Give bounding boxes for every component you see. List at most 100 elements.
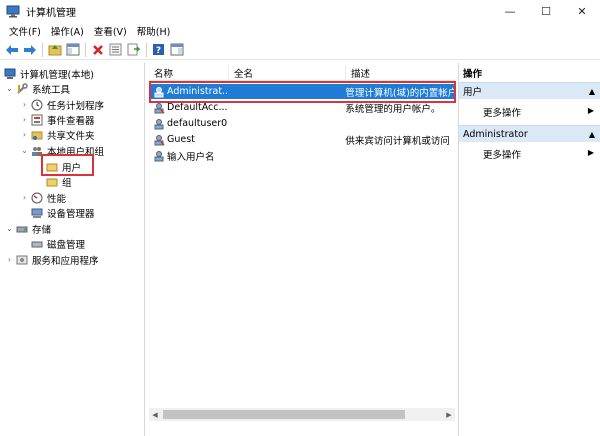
delete-icon[interactable] — [89, 41, 106, 58]
svg-text:?: ? — [156, 46, 161, 56]
tools-icon — [16, 82, 28, 95]
forward-arrow-icon[interactable] — [21, 41, 38, 58]
chevron-right-icon[interactable]: › — [20, 130, 29, 139]
toolbar-separator — [146, 42, 147, 57]
chevron-down-icon[interactable]: ⌄ — [5, 84, 14, 93]
console-tree: 计算机管理(本地) ⌄ 系统工具 › 任务计划程序 › 事件查看器 › 共享文件… — [0, 63, 145, 436]
chevron-right-icon[interactable]: › — [20, 193, 29, 202]
table-row[interactable]: defaultuser0 — [149, 116, 455, 131]
submenu-arrow-icon: ▶ — [587, 106, 594, 115]
table-row[interactable]: 输入用户名 — [149, 148, 455, 163]
submenu-arrow-icon: ▶ — [587, 148, 594, 157]
column-name[interactable]: 名称 — [149, 64, 229, 81]
user-name: 输入用户名 — [167, 151, 215, 163]
toolbar-separator — [85, 42, 86, 57]
tree-label: 系统工具 — [32, 84, 71, 96]
administrator-highlight-box — [149, 81, 456, 103]
actions-title: 操作 — [463, 69, 483, 80]
user-name: Guest — [167, 134, 195, 145]
export-list-icon[interactable] — [125, 41, 142, 58]
up-folder-icon[interactable] — [46, 41, 63, 58]
minimize-button[interactable]: — — [492, 0, 528, 22]
storage-icon — [16, 223, 28, 235]
user-list: 名称 全名 描述 Administrat... 管理计算机(域)的内置帐户 De… — [149, 63, 456, 436]
help-icon[interactable]: ? — [150, 41, 167, 58]
toolbar-separator — [42, 42, 43, 57]
tree-item-services-apps[interactable]: › 服务和应用程序 — [5, 252, 99, 267]
table-row[interactable]: Guest 供来宾访问计算机或访问 — [149, 132, 455, 147]
user-name: defaultuser0 — [167, 118, 228, 129]
toolbar: ? — [0, 40, 600, 60]
show-hide-tree-icon[interactable] — [64, 41, 81, 58]
actions-section-label: 用户 — [463, 87, 483, 98]
event-viewer-icon — [31, 114, 43, 126]
more-actions-users[interactable]: 更多操作 — [483, 105, 521, 119]
menu-help[interactable]: 帮助(H) — [132, 24, 176, 38]
user-icon — [153, 118, 165, 130]
tree-label: 服务和应用程序 — [32, 255, 99, 267]
tree-label: 组 — [62, 177, 72, 189]
folder-icon — [46, 176, 58, 188]
tree-label: 任务计划程序 — [47, 100, 105, 112]
tree-label: 共享文件夹 — [47, 130, 95, 142]
chevron-right-icon[interactable]: › — [20, 100, 29, 109]
actions-pane: 操作 用户 ▲ 更多操作 ▶ Administrator ▲ 更多操作 ▶ — [458, 63, 600, 436]
properties-icon[interactable] — [107, 41, 124, 58]
window-title: 计算机管理 — [26, 7, 76, 19]
user-icon — [153, 134, 165, 146]
chevron-right-icon[interactable]: › — [20, 115, 29, 124]
chevron-down-icon[interactable]: ⌄ — [5, 224, 14, 233]
tree-label: 存储 — [32, 224, 52, 236]
users-highlight-box — [41, 154, 94, 176]
column-description[interactable]: 描述 — [346, 65, 455, 81]
tree-label: 事件查看器 — [47, 115, 95, 127]
tree-item-event-viewer[interactable]: › 事件查看器 — [20, 112, 95, 127]
tree-item-shared-folders[interactable]: › 共享文件夹 — [20, 127, 95, 142]
console-tree-icon[interactable] — [168, 41, 185, 58]
column-fullname[interactable]: 全名 — [229, 64, 346, 81]
back-arrow-icon[interactable] — [3, 41, 20, 58]
user-name: DefaultAcc... — [167, 102, 228, 113]
more-actions-administrator[interactable]: 更多操作 — [483, 147, 521, 161]
services-icon — [16, 254, 28, 266]
user-icon — [153, 102, 165, 114]
tree-label: 计算机管理(本地) — [20, 69, 94, 81]
actions-section-users[interactable]: 用户 ▲ — [459, 82, 600, 99]
user-icon — [153, 150, 165, 162]
tree-label: 设备管理器 — [47, 208, 95, 220]
collapse-up-icon[interactable]: ▲ — [589, 130, 595, 139]
menu-action[interactable]: 操作(A) — [46, 24, 89, 38]
tree-item-groups[interactable]: 组 — [46, 174, 72, 189]
horizontal-scrollbar[interactable]: ◀ ▶ — [149, 408, 455, 421]
clock-icon — [31, 99, 43, 111]
computer-management-icon — [6, 4, 20, 18]
tree-item-performance[interactable]: › 性能 — [20, 190, 66, 205]
tree-item-computer-management[interactable]: 计算机管理(本地) — [4, 66, 94, 81]
close-button[interactable]: ✕ — [564, 0, 600, 22]
scroll-right-icon[interactable]: ▶ — [443, 411, 455, 419]
tree-label: 性能 — [47, 193, 67, 205]
tree-item-device-manager[interactable]: 设备管理器 — [20, 205, 95, 220]
menu-bar: 文件(F) 操作(A) 查看(V) 帮助(H) — [0, 22, 600, 40]
actions-section-label: Administrator — [463, 128, 528, 140]
tree-item-storage[interactable]: ⌄ 存储 — [5, 221, 51, 236]
maximize-button[interactable]: ☐ — [528, 0, 564, 22]
menu-file[interactable]: 文件(F) — [4, 24, 46, 38]
title-bar: 计算机管理 — ☐ ✕ — [0, 0, 600, 22]
disk-icon — [31, 238, 43, 250]
collapse-up-icon[interactable]: ▲ — [589, 87, 595, 96]
menu-view[interactable]: 查看(V) — [89, 24, 132, 38]
list-header: 名称 全名 描述 — [149, 64, 455, 81]
chevron-down-icon[interactable]: ⌄ — [20, 146, 29, 155]
tree-item-system-tools[interactable]: ⌄ 系统工具 — [5, 81, 70, 96]
shared-folder-icon — [31, 129, 43, 141]
actions-section-administrator[interactable]: Administrator ▲ — [459, 125, 600, 142]
chevron-right-icon[interactable]: › — [5, 255, 14, 264]
computer-management-icon — [4, 68, 16, 80]
tree-item-task-scheduler[interactable]: › 任务计划程序 — [20, 97, 104, 112]
tree-item-disk-management[interactable]: 磁盘管理 — [20, 236, 85, 251]
scroll-thumb[interactable] — [163, 410, 405, 419]
user-description: 供来宾访问计算机或访问 — [345, 135, 450, 147]
scroll-left-icon[interactable]: ◀ — [149, 411, 161, 419]
device-manager-icon — [31, 207, 43, 219]
